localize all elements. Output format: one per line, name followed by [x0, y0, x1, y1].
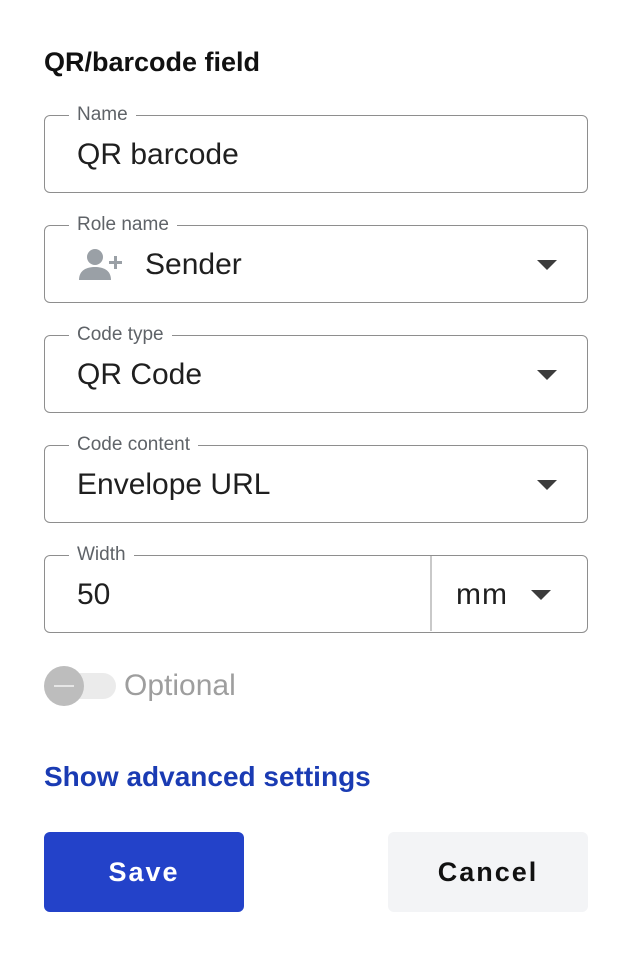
role-name-select[interactable]: Role name Sender [44, 213, 588, 303]
chevron-down-icon [537, 480, 557, 490]
name-field-label: Name [69, 103, 136, 127]
unit-select[interactable]: mm [432, 556, 587, 631]
toggle-knob[interactable] [44, 666, 84, 706]
optional-toggle-label: Optional [124, 669, 236, 702]
show-advanced-settings-link[interactable]: Show advanced settings [44, 758, 371, 796]
width-label: Width [69, 543, 134, 567]
role-name-label: Role name [69, 213, 177, 237]
code-type-label: Code type [69, 323, 172, 347]
chevron-down-icon [537, 260, 557, 270]
role-name-value: Sender [145, 248, 242, 281]
code-type-value: QR Code [77, 358, 203, 391]
width-input[interactable]: 50 [77, 578, 110, 612]
width-field: Width 50 mm [44, 543, 588, 633]
code-content-label: Code content [69, 433, 199, 457]
unit-value: mm [456, 578, 508, 611]
save-button[interactable]: Save [44, 832, 244, 912]
name-input[interactable]: QR barcode [77, 138, 239, 172]
add-person-icon [77, 247, 125, 281]
code-type-select[interactable]: Code type QR Code [44, 323, 588, 413]
name-field[interactable]: Name QR barcode [44, 103, 588, 193]
code-content-select[interactable]: Code content Envelope URL [44, 433, 588, 523]
cancel-button[interactable]: Cancel [388, 832, 588, 912]
chevron-down-icon [537, 370, 557, 380]
panel-title: QR/barcode field [44, 47, 261, 77]
optional-toggle-row: Optional [44, 664, 344, 708]
code-content-value: Envelope URL [77, 468, 271, 501]
chevron-down-icon [531, 590, 551, 600]
